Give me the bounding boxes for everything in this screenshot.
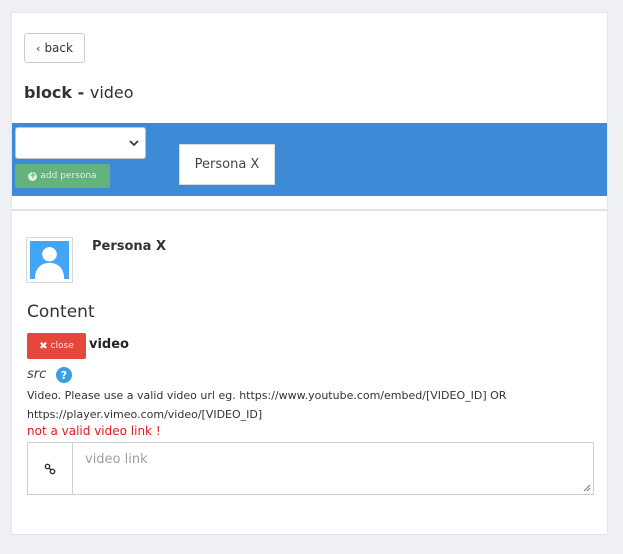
video-link-input-group <box>27 442 594 495</box>
user-silhouette-icon <box>30 241 69 279</box>
tab-persona-x[interactable]: Persona X <box>179 144 275 185</box>
chevron-down-icon <box>129 140 139 147</box>
back-button-label: back <box>44 41 73 55</box>
video-link-input[interactable] <box>73 443 593 494</box>
src-field-label: src <box>27 367 47 382</box>
question-circle-icon[interactable]: ? <box>56 367 72 383</box>
chevron-left-icon: ‹ <box>36 41 41 55</box>
resize-grip-icon[interactable] <box>583 484 591 492</box>
persona-bar: + add persona Persona X <box>12 123 607 196</box>
page-title-strong: block - <box>24 83 90 102</box>
close-button-label: close <box>50 341 74 351</box>
add-persona-button[interactable]: + add persona <box>15 164 110 188</box>
add-persona-label: add persona <box>40 171 97 181</box>
section-divider <box>12 209 607 211</box>
close-block-button[interactable]: ✖ close <box>27 333 86 359</box>
back-button[interactable]: ‹ back <box>24 33 85 63</box>
error-message: not a valid video link ! <box>27 424 161 438</box>
avatar <box>26 237 73 283</box>
page-title: block - video <box>24 83 134 102</box>
tab-persona-x-label: Persona X <box>194 157 260 172</box>
help-text: Video. Please use a valid video url eg. … <box>27 389 507 421</box>
page-title-rest: video <box>89 83 134 102</box>
plus-circle-icon: + <box>28 170 38 181</box>
x-icon: ✖ <box>39 340 48 352</box>
block-type-label: video <box>89 337 129 352</box>
persona-name: Persona X <box>92 239 167 254</box>
persona-select[interactable] <box>15 127 146 159</box>
link-icon <box>28 443 73 494</box>
editor-card: ‹ back block - video + add persona Perso… <box>11 12 608 535</box>
content-heading: Content <box>27 302 95 322</box>
